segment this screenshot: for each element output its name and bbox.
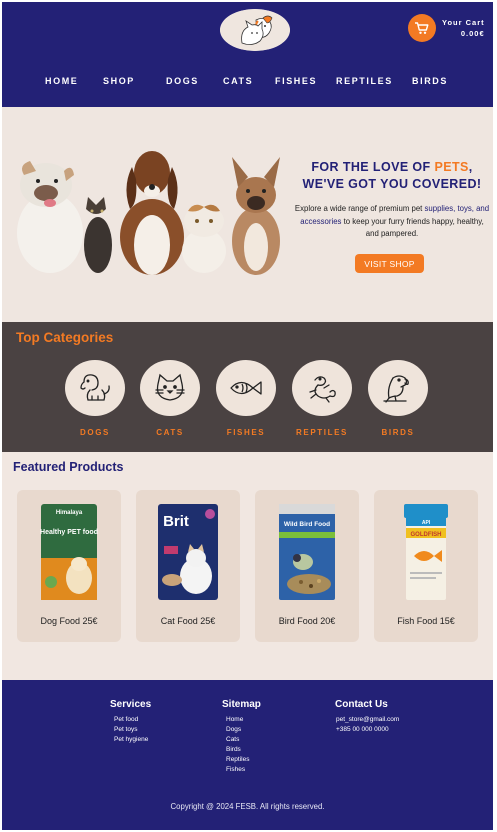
hero-section: FOR THE LOVE OF PETS, WE'VE GOT YOU COVE…	[2, 107, 493, 322]
nav-reptiles[interactable]: REPTILES	[336, 76, 393, 86]
footer-link-reptiles[interactable]: Reptiles	[222, 755, 261, 765]
product-card[interactable]: Brit Cat Food 25€	[136, 490, 240, 642]
footer-services: Services Pet food Pet toys Pet hygiene	[110, 699, 151, 745]
nav-fishes[interactable]: FISHES	[275, 76, 317, 86]
nav-dogs[interactable]: DOGS	[166, 76, 199, 86]
hero-title-comma: ,	[468, 160, 473, 174]
footer-link-home[interactable]: Home	[222, 715, 261, 725]
hero-title-accent: PETS	[434, 160, 469, 174]
hero-title-text: FOR THE LOVE OF	[311, 160, 435, 174]
shopping-cart-icon[interactable]	[408, 14, 436, 42]
copyright-text: Copyright @ 2024 FESB. All rights reserv…	[170, 802, 325, 811]
hero-desc-text-end: to keep your furry friends happy, health…	[341, 216, 484, 239]
dog-icon	[80, 374, 110, 401]
footer-contact: Contact Us pet_store@gmail.com +385 00 0…	[335, 699, 399, 735]
footer-link-pet-toys[interactable]: Pet toys	[110, 725, 151, 735]
footer-contact-title: Contact Us	[335, 699, 388, 710]
hero-desc-text: Explore a wide range of premium pet	[294, 204, 425, 213]
bird-icon	[383, 375, 409, 403]
product-card[interactable]: API GOLDFISH Fish Food 15€	[374, 490, 478, 642]
cat-food-brand: Brit	[163, 513, 189, 530]
footer-sitemap-title: Sitemap	[222, 699, 261, 710]
category-birds-label[interactable]: BIRDS	[348, 428, 448, 437]
hero-description: Explore a wide range of premium pet supp…	[294, 203, 490, 241]
category-reptiles-circle[interactable]	[292, 360, 352, 416]
category-cats-circle[interactable]	[140, 360, 200, 416]
nav-cats[interactable]: CATS	[223, 76, 253, 86]
cart-widget[interactable]: Your Cart 0.00€	[408, 14, 485, 42]
fish-food-brand: API	[422, 520, 431, 526]
dog-food-pack-title: Healthy PET food	[40, 529, 98, 536]
visit-shop-button[interactable]: VISIT SHOP	[355, 254, 424, 273]
product-name[interactable]: Dog Food 25€	[17, 616, 121, 626]
product-card[interactable]: Himalaya Healthy PET food Dog Food 25€	[17, 490, 121, 642]
main-nav: HOME SHOP DOGS CATS FISHES REPTILES BIRD…	[2, 76, 493, 92]
category-fishes-circle[interactable]	[216, 360, 276, 416]
category-fishes[interactable]: FISHES	[216, 360, 276, 437]
nav-home[interactable]: HOME	[45, 76, 78, 86]
footer-link-birds[interactable]: Birds	[222, 745, 261, 755]
categories-title: Top Categories	[16, 330, 114, 345]
footer-link-fishes[interactable]: Fishes	[222, 765, 261, 775]
cart-total: 0.00€	[460, 29, 485, 38]
hero-pets-image	[17, 151, 280, 275]
featured-products-section: Featured Products Himalaya Healthy PET f…	[2, 452, 493, 680]
category-reptiles[interactable]: REPTILES	[292, 360, 352, 437]
footer-link-pet-hygiene[interactable]: Pet hygiene	[110, 735, 151, 745]
product-name[interactable]: Fish Food 15€	[374, 616, 478, 626]
cart-label: Your Cart	[442, 18, 485, 27]
reptile-icon	[309, 376, 336, 403]
pets-logo-icon	[220, 9, 290, 51]
category-birds[interactable]: BIRDS	[368, 360, 428, 437]
bird-food-package-image: Wild Bird Food	[279, 504, 335, 600]
footer-email[interactable]: pet_store@gmail.com	[335, 715, 399, 725]
category-cats[interactable]: CATS	[140, 360, 200, 437]
product-card[interactable]: Wild Bird Food Bird Food 20€	[255, 490, 359, 642]
dog-food-brand: Himalaya	[56, 510, 83, 516]
dog-food-package-image: Himalaya Healthy PET food	[40, 504, 98, 600]
cat-icon	[155, 373, 185, 401]
site-footer: Services Pet food Pet toys Pet hygiene S…	[2, 680, 493, 830]
category-dogs[interactable]: DOGS	[65, 360, 125, 437]
page-frame: Your Cart 0.00€ HOME SHOP DOGS CATS FISH…	[2, 2, 493, 830]
hero-title: FOR THE LOVE OF PETS, WE'VE GOT YOU COVE…	[294, 159, 490, 193]
site-header: Your Cart 0.00€ HOME SHOP DOGS CATS FISH…	[2, 2, 493, 107]
nav-birds[interactable]: BIRDS	[412, 76, 448, 86]
fish-food-package-image: API GOLDFISH	[404, 504, 448, 600]
cat-food-package-image: Brit	[158, 504, 218, 600]
footer-link-dogs[interactable]: Dogs	[222, 725, 261, 735]
store-logo[interactable]	[220, 9, 290, 51]
bird-food-pack-title: Wild Bird Food	[284, 521, 330, 528]
cart-summary: Your Cart 0.00€	[442, 17, 485, 39]
hero-title-line2: WE'VE GOT YOU COVERED!	[302, 177, 482, 191]
product-name[interactable]: Cat Food 25€	[136, 616, 240, 626]
featured-title: Featured Products	[13, 460, 124, 474]
category-birds-circle[interactable]	[368, 360, 428, 416]
footer-link-pet-food[interactable]: Pet food	[110, 715, 151, 725]
footer-sitemap: Sitemap Home Dogs Cats Birds Reptiles Fi…	[222, 699, 261, 775]
footer-services-title: Services	[110, 699, 152, 710]
category-dogs-circle[interactable]	[65, 360, 125, 416]
nav-shop[interactable]: SHOP	[103, 76, 135, 86]
fish-icon	[230, 381, 262, 395]
footer-phone[interactable]: +385 00 000 0000	[335, 725, 399, 735]
product-name[interactable]: Bird Food 20€	[255, 616, 359, 626]
footer-link-cats[interactable]: Cats	[222, 735, 261, 745]
fish-food-pack-title: GOLDFISH	[411, 532, 442, 538]
top-categories-section: Top Categories DOGS CATS FISHES REPTILES…	[2, 322, 493, 452]
